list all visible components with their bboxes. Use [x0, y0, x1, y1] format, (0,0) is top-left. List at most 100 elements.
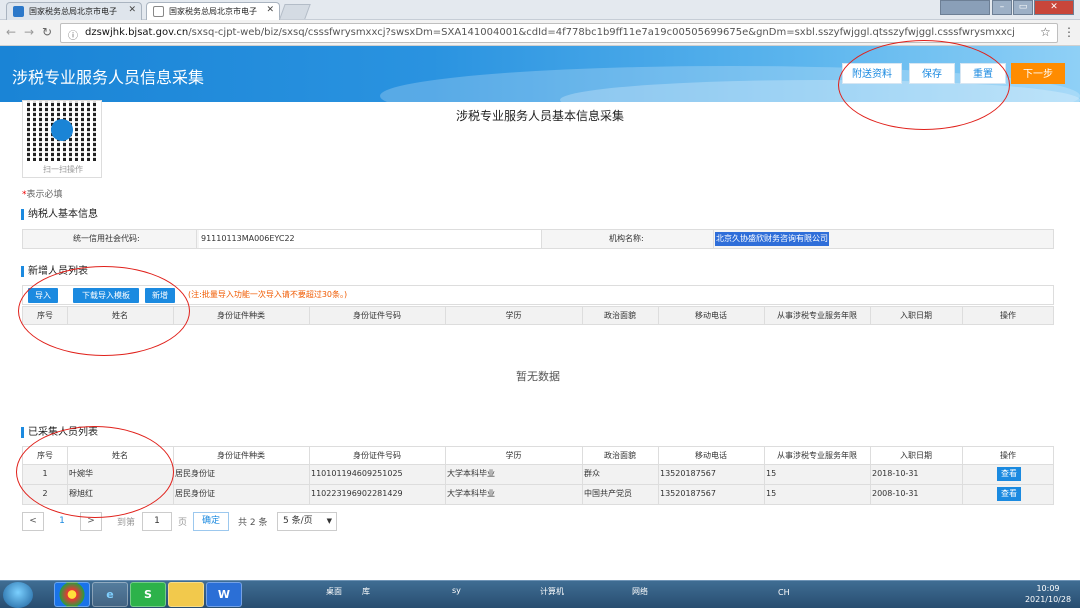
close-window-button[interactable]: ✕ — [1034, 0, 1074, 15]
required-note-text: 表示必填 — [26, 190, 63, 200]
maximize-button[interactable]: ▭ — [1013, 0, 1033, 15]
page-input[interactable]: 1 — [142, 512, 172, 531]
col-header: 移动电话 — [695, 311, 727, 320]
divider — [541, 230, 542, 248]
clock-time: 10:09 — [1036, 584, 1060, 593]
annotation-circle — [16, 426, 174, 518]
view-button[interactable]: 查看 — [997, 487, 1021, 501]
browser-tab-1[interactable]: 国家税务总局北京市电子 ✕ — [6, 2, 142, 20]
taskbar-item-network[interactable]: 网络 — [632, 586, 648, 597]
taxpayer-info-row: 统一信用社会代码: 91110113MA006EYC22 机构名称: 北京久协盛… — [22, 229, 1054, 249]
reload-icon[interactable]: ↻ — [42, 25, 52, 39]
col-header: 移动电话 — [695, 451, 727, 460]
credit-code-label: 统一信用社会代码: — [73, 234, 140, 243]
info-icon: ⓘ — [68, 31, 78, 42]
cell-date: 2018-10-31 — [872, 469, 919, 478]
table-row: 1 叶婉华 居民身份证 110101194609251025 大学本科毕业 群众… — [22, 465, 1054, 485]
chevron-down-icon: ▼ — [326, 517, 332, 525]
url-host: dzswjhk.bjsat.gov.cn — [85, 27, 189, 38]
tab-label: 国家税务总局北京市电子 — [29, 7, 117, 16]
ie-icon[interactable]: e — [92, 582, 128, 607]
clock-date: 2021/10/28 — [1024, 595, 1072, 604]
site-favicon-icon — [13, 6, 24, 17]
page-unit-label: 页 — [178, 518, 188, 528]
page-title: 涉税专业服务人员信息采集 — [12, 68, 205, 87]
col-header: 政治面貌 — [604, 451, 636, 460]
new-tab-button[interactable] — [279, 4, 311, 19]
cell-phone: 13520187567 — [660, 469, 716, 478]
divider — [713, 230, 714, 248]
annotation-circle — [838, 40, 1010, 130]
required-note: *表示必填 — [22, 187, 63, 200]
cell-date: 2008-10-31 — [872, 489, 919, 498]
divider — [196, 230, 197, 248]
view-button[interactable]: 查看 — [997, 467, 1021, 481]
section-title-taxpayer: 纳税人基本信息 — [21, 209, 98, 220]
col-header: 学历 — [505, 451, 522, 460]
cell-political: 群众 — [584, 469, 600, 478]
confirm-button[interactable]: 确定 — [193, 512, 229, 531]
page-favicon-icon — [153, 6, 164, 17]
annotation-circle — [18, 266, 190, 356]
cell-id-type: 居民身份证 — [175, 489, 215, 498]
qr-caption: 扫一扫操作 — [43, 165, 83, 174]
col-header: 从事涉税专业服务年限 — [777, 451, 857, 460]
taskbar-item-sy[interactable]: sy — [452, 586, 461, 595]
org-name-value: 北京久协盛欣财务咨询有限公司 — [715, 232, 829, 246]
ime-language[interactable]: CH — [778, 588, 790, 597]
close-tab-icon[interactable]: ✕ — [266, 5, 274, 15]
col-header: 身份证件种类 — [217, 311, 265, 320]
col-header: 操作 — [1000, 311, 1016, 320]
col-header: 身份证件号码 — [353, 451, 401, 460]
credit-code-value: 91110113MA006EYC22 — [199, 230, 541, 248]
total-count: 共 2 条 — [238, 518, 268, 528]
close-tab-icon[interactable]: ✕ — [128, 5, 136, 15]
col-header: 学历 — [505, 311, 522, 320]
browser-tab-bar: 国家税务总局北京市电子 ✕ 国家税务总局北京市电子 ✕ – ▭ ✕ — [0, 0, 1080, 20]
next-step-button[interactable]: 下一步 — [1011, 63, 1065, 84]
cell-education: 大学本科毕业 — [447, 469, 495, 478]
goto-label: 到第 — [117, 518, 136, 528]
col-header: 操作 — [1000, 451, 1016, 460]
tab-label: 国家税务总局北京市电子 — [169, 7, 257, 16]
cell-years: 15 — [766, 489, 777, 498]
bookmark-star-icon[interactable]: ☆ — [1040, 25, 1051, 39]
empty-state-text: 暂无数据 — [516, 370, 560, 383]
col-header: 身份证件种类 — [217, 451, 265, 460]
clock[interactable]: 10:09 2021/10/28 — [1020, 583, 1076, 605]
start-button[interactable] — [3, 582, 33, 608]
cell-id-no: 110101194609251025 — [311, 469, 403, 478]
cell-education: 大学本科毕业 — [447, 489, 495, 498]
word-icon[interactable]: W — [206, 582, 242, 607]
col-header: 政治面貌 — [604, 311, 636, 320]
col-header: 入职日期 — [900, 451, 932, 460]
org-name-label: 机构名称: — [609, 234, 644, 243]
minimize-button[interactable]: – — [992, 0, 1012, 15]
taskbar-item-desktop[interactable]: 桌面 — [326, 586, 342, 597]
user-badge[interactable] — [940, 0, 990, 15]
qr-logo-icon — [51, 119, 73, 141]
table-row: 2 穆旭红 居民身份证 110223196902281429 大学本科毕业 中国… — [22, 485, 1054, 505]
cell-id-no: 110223196902281429 — [311, 489, 403, 498]
page-size-select[interactable]: 5 条/页 ▼ — [277, 512, 337, 531]
app-s-icon[interactable]: S — [130, 582, 166, 607]
taskbar-item-library[interactable]: 库 — [362, 586, 370, 597]
url-path: /sxsq-cjpt-web/biz/sxsq/csssfwrysmxxcj?s… — [188, 27, 1015, 38]
forward-icon[interactable]: → — [24, 25, 34, 39]
collected-list-header: 序号 姓名 身份证件种类 身份证件号码 学历 政治面貌 移动电话 从事涉税专业服… — [22, 446, 1054, 465]
back-icon[interactable]: ← — [6, 25, 16, 39]
prev-page-button[interactable]: < — [22, 512, 44, 531]
chrome-icon[interactable] — [54, 582, 90, 607]
col-header: 从事涉税专业服务年限 — [777, 311, 857, 320]
col-header: 入职日期 — [900, 311, 932, 320]
menu-icon[interactable]: ⋮ — [1063, 25, 1075, 39]
taskbar-item-computer[interactable]: 计算机 — [540, 586, 564, 597]
browser-tab-2[interactable]: 国家税务总局北京市电子 ✕ — [146, 2, 280, 20]
cell-political: 中国共产党员 — [584, 489, 632, 498]
col-header: 身份证件号码 — [353, 311, 401, 320]
cell-phone: 13520187567 — [660, 489, 716, 498]
cell-years: 15 — [766, 469, 777, 478]
page-size-value: 5 条/页 — [283, 516, 313, 526]
explorer-icon[interactable] — [168, 582, 204, 607]
cell-id-type: 居民身份证 — [175, 469, 215, 478]
